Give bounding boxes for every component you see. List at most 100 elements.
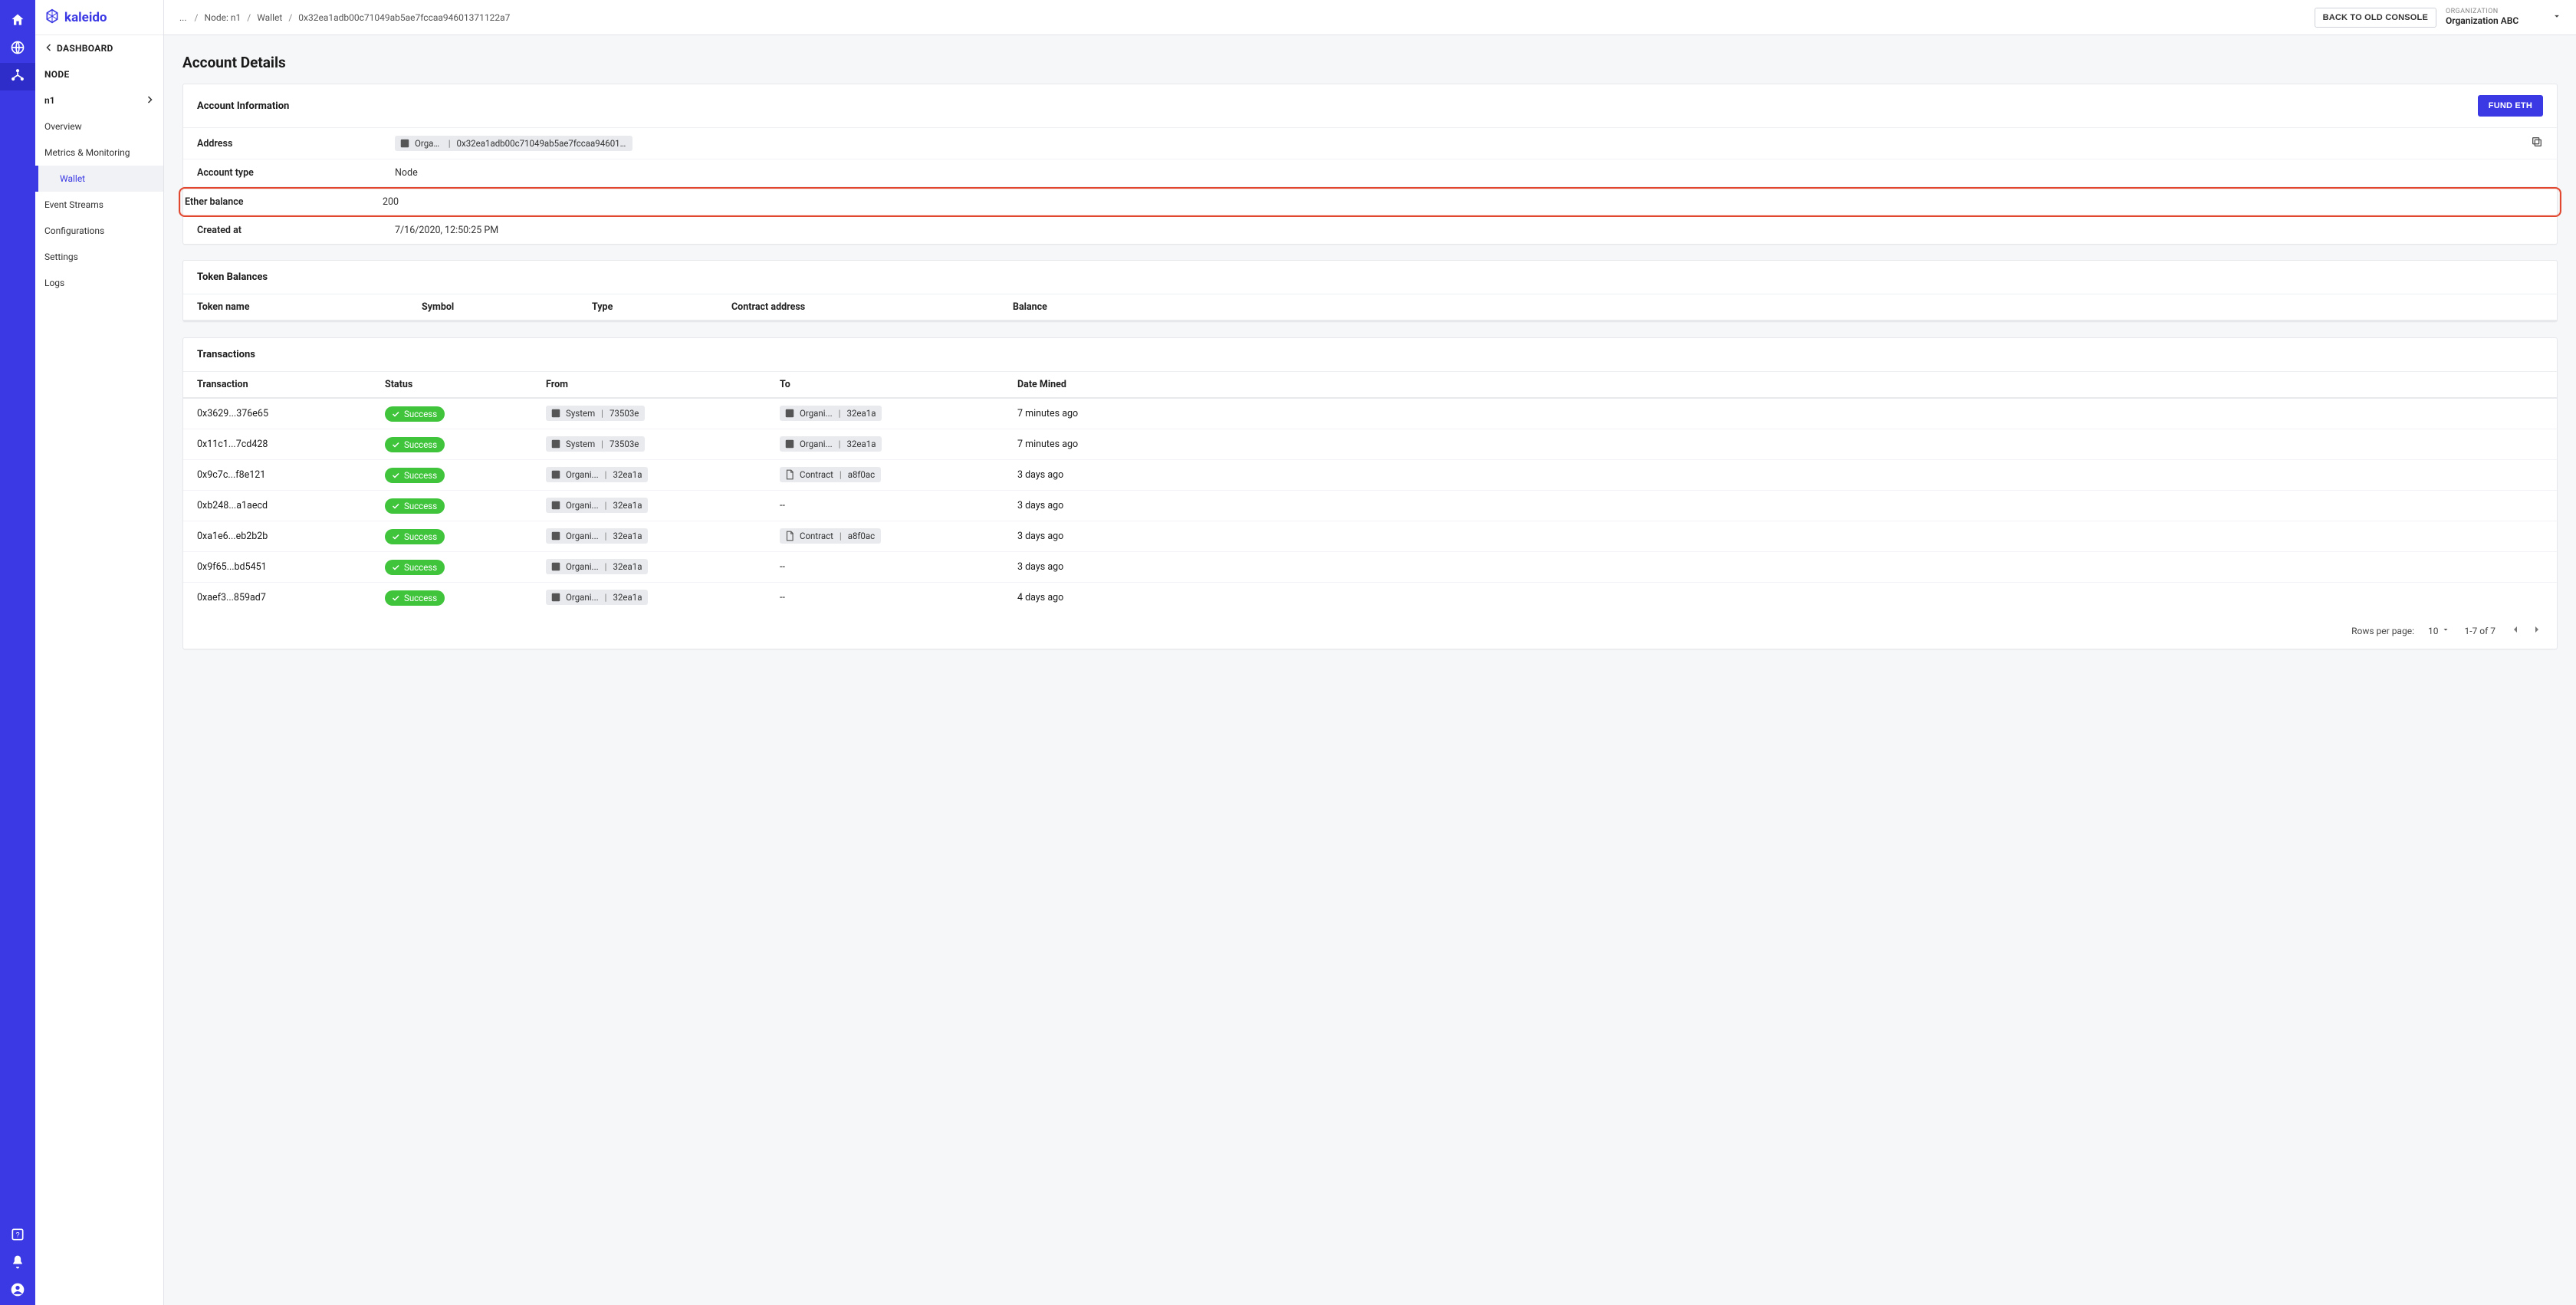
account-info-title: Account Information — [197, 100, 289, 112]
col-date-mined: Date Mined — [1017, 379, 2543, 390]
address-chip-value: 0x32ea1adb00c71049ab5ae7fccaa94601371122… — [457, 138, 626, 149]
globe-icon — [10, 40, 25, 58]
address-label: Address — [197, 138, 395, 150]
rail-help[interactable]: ? — [0, 1222, 35, 1250]
empty-value: -- — [780, 592, 785, 603]
date-mined: 3 days ago — [1017, 469, 2543, 481]
table-row[interactable]: 0x9f65...bd5451SuccessOrgani...|32ea1a--… — [183, 552, 2557, 583]
breadcrumb-node[interactable]: Node: n1 — [204, 12, 241, 23]
rows-per-page-value: 10 — [2428, 626, 2439, 636]
table-row[interactable]: 0xaef3...859ad7Success Organi...|32ea1a --… — [183, 583, 2557, 613]
org-chip-icon — [550, 531, 561, 541]
contract-icon — [784, 531, 795, 541]
txn-hash: 0x3629...376e65 — [197, 408, 385, 419]
organization-value: Organization ABC — [2446, 16, 2538, 27]
transactions-pager: Rows per page: 10 1-7 of 7 — [183, 613, 2557, 649]
date-mined: 7 minutes ago — [1017, 408, 2543, 419]
info-row-account-type: Account type Node — [183, 159, 2557, 187]
sidebar-item-overview[interactable]: Overview — [35, 113, 163, 140]
address-chip[interactable]: Organi... | 0x32ea1adb00c71049ab5ae7fcca… — [395, 136, 632, 151]
col-status: Status — [385, 379, 546, 390]
contract-chip[interactable]: Contract|a8f0ac — [780, 467, 881, 482]
txn-hash: 0xaef3...859ad7 — [197, 592, 385, 603]
network-icon — [10, 67, 25, 86]
dropdown-caret-icon[interactable] — [2551, 11, 2562, 24]
account-icon — [10, 1282, 25, 1300]
sidebar-node-header-label: NODE — [44, 69, 70, 80]
account-type-label: Account type — [197, 167, 395, 179]
org-chip[interactable]: Organi...|32ea1a — [546, 528, 648, 544]
status-badge: Success — [385, 406, 445, 422]
brand[interactable]: kaleido — [35, 0, 163, 35]
rail-globe[interactable] — [0, 35, 35, 63]
org-chip-icon — [784, 439, 795, 449]
fund-eth-button[interactable]: FUND ETH — [2478, 95, 2543, 117]
rail-account[interactable] — [0, 1277, 35, 1305]
org-chip[interactable]: Organi...|32ea1a — [546, 498, 648, 513]
rail-network[interactable] — [0, 63, 35, 90]
system-chip[interactable]: System|73503e — [546, 436, 645, 452]
table-row[interactable]: 0x3629...376e65Success System|73503e Organ… — [183, 399, 2557, 429]
svg-text:?: ? — [15, 1231, 19, 1238]
org-chip-icon — [784, 408, 795, 419]
chevron-left-icon — [44, 43, 54, 54]
token-balances-header: Token name Symbol Type Contract address … — [183, 294, 2557, 321]
contract-chip[interactable]: Contract|a8f0ac — [780, 528, 881, 544]
sidebar-item-eventstreams[interactable]: Event Streams — [35, 192, 163, 218]
col-symbol: Symbol — [422, 301, 592, 313]
pager-range: 1-7 of 7 — [2464, 626, 2496, 636]
org-chip[interactable]: Organi...|32ea1a — [546, 590, 648, 605]
org-chip-icon — [550, 408, 561, 419]
sidebar-item-settings[interactable]: Settings — [35, 244, 163, 270]
sidebar-node-name[interactable]: n1 — [35, 87, 163, 113]
sidebar-dashboard-back[interactable]: DASHBOARD — [35, 35, 163, 61]
org-chip-icon — [550, 500, 561, 511]
breadcrumb-overflow[interactable]: ... — [178, 12, 189, 23]
organization-selector[interactable]: ORGANIZATION Organization ABC — [2446, 8, 2538, 26]
date-mined: 3 days ago — [1017, 500, 2543, 511]
account-info-card: Account Information FUND ETH Address Org… — [182, 84, 2558, 245]
status-badge: Success — [385, 590, 445, 606]
empty-value: -- — [780, 561, 785, 573]
main: ... / Node: n1 / Wallet / 0x32ea1adb00c7… — [164, 0, 2576, 1305]
help-icon: ? — [10, 1227, 25, 1245]
sidebar-node-name-label: n1 — [44, 95, 55, 106]
sidebar-item-configurations[interactable]: Configurations — [35, 218, 163, 244]
chevron-right-icon — [145, 95, 154, 107]
rows-per-page-label: Rows per page: — [2351, 626, 2414, 636]
sidebar-item-metrics[interactable]: Metrics & Monitoring — [35, 140, 163, 166]
date-mined: 3 days ago — [1017, 561, 2543, 573]
token-balances-title: Token Balances — [197, 271, 268, 283]
table-row[interactable]: 0xa1e6...eb2b2bSuccessOrgani...|32ea1aCo… — [183, 521, 2557, 552]
rows-per-page-select[interactable]: 10 — [2428, 625, 2451, 636]
txn-hash: 0xb248...a1aecd — [197, 500, 385, 511]
org-chip[interactable]: Organi...|32ea1a — [546, 467, 648, 482]
table-row[interactable]: 0x9c7c...f8e121SuccessOrgani...|32ea1aCo… — [183, 460, 2557, 491]
created-at-label: Created at — [197, 225, 395, 236]
status-badge: Success — [385, 529, 445, 544]
sidebar-item-logs[interactable]: Logs — [35, 270, 163, 296]
org-chip[interactable]: Organi...|32ea1a — [780, 436, 882, 452]
breadcrumb-wallet[interactable]: Wallet — [257, 12, 282, 23]
ether-balance-value: 200 — [383, 196, 2555, 208]
sidebar-item-wallet[interactable]: Wallet — [35, 166, 163, 192]
pager-prev[interactable] — [2509, 623, 2522, 638]
copy-address-icon[interactable] — [2531, 140, 2543, 151]
system-chip[interactable]: System|73503e — [546, 406, 645, 421]
back-to-old-console-button[interactable]: BACK TO OLD CONSOLE — [2315, 8, 2436, 28]
table-row[interactable]: 0x11c1...7cd428SuccessSystem|73503eOrgan… — [183, 429, 2557, 460]
topbar: ... / Node: n1 / Wallet / 0x32ea1adb00c7… — [164, 0, 2576, 35]
created-at-value: 7/16/2020, 12:50:25 PM — [395, 225, 2543, 236]
status-badge: Success — [385, 468, 445, 483]
rail-home[interactable] — [0, 8, 35, 35]
org-chip[interactable]: Organi...|32ea1a — [546, 559, 648, 574]
table-row[interactable]: 0xb248...a1aecdSuccessOrgani...|32ea1a--… — [183, 491, 2557, 521]
org-chip-icon — [550, 439, 561, 449]
rail-notifications[interactable] — [0, 1250, 35, 1277]
status-badge: Success — [385, 560, 445, 575]
org-chip[interactable]: Organi...|32ea1a — [780, 406, 882, 421]
contract-icon — [784, 469, 795, 480]
txn-hash: 0x11c1...7cd428 — [197, 439, 385, 450]
account-type-value: Node — [395, 167, 2543, 179]
pager-next[interactable] — [2531, 623, 2543, 638]
